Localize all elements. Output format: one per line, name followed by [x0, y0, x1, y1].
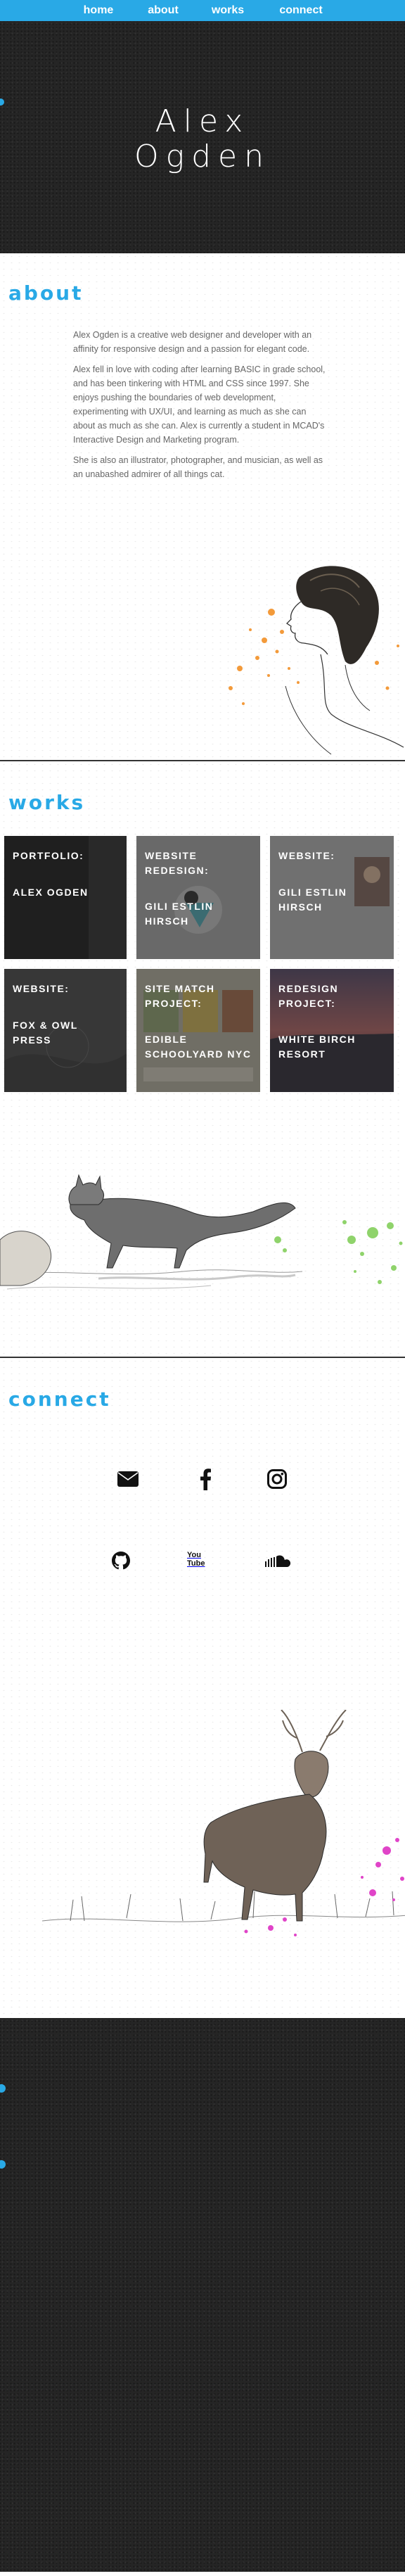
footer	[0, 2018, 405, 2572]
accent-dot	[0, 2084, 6, 2093]
woman-illustration	[229, 566, 404, 755]
hero-title: Alex Ogden	[0, 104, 405, 175]
works-heading: works	[8, 791, 86, 814]
tile-category: WEBSITE:	[13, 983, 70, 994]
work-tile-white-birch[interactable]: REDESIGN PROJECT: WHITE BIRCH RESORT	[270, 969, 394, 1092]
work-tile-edible-schoolyard[interactable]: SITE MATCH PROJECT: EDIBLE SCHOOLYARD NY…	[136, 969, 260, 1092]
tile-project: FOX & OWL PRESS	[13, 1020, 78, 1046]
about-text: Alex Ogden is a creative web designer an…	[73, 328, 326, 488]
deer-illustration	[42, 1710, 405, 1936]
tile-project: ALEX OGDEN	[13, 887, 89, 898]
work-tile-gili-redesign[interactable]: WEBSITE REDESIGN: GILI ESTLIN HIRSCH	[136, 836, 260, 959]
connect-section: connect You Tube	[0, 1358, 405, 2018]
about-paragraph: Alex fell in love with coding after lear…	[73, 364, 326, 445]
nav-connect-link[interactable]: connect	[262, 4, 340, 17]
accent-dot	[0, 2160, 6, 2169]
about-paragraph: Alex Ogden is a creative web designer an…	[73, 330, 312, 354]
soundcloud-icon[interactable]	[263, 1552, 292, 1571]
tile-category: REDESIGN PROJECT:	[278, 983, 339, 1009]
facebook-icon[interactable]	[194, 1466, 217, 1492]
works-grid: PORTFOLIO: ALEX OGDEN WEBSITE REDESIGN: …	[4, 836, 394, 1092]
fox-illustration	[0, 1174, 403, 1290]
github-icon[interactable]	[110, 1549, 132, 1572]
tile-project: WHITE BIRCH RESORT	[278, 1034, 356, 1060]
top-nav: home about works connect	[0, 0, 405, 21]
tile-category: SITE MATCH PROJECT:	[145, 983, 215, 1009]
envelope-icon[interactable]	[117, 1468, 139, 1490]
tile-category: WEBSITE:	[278, 850, 335, 861]
works-section: works PORTFOLIO: ALEX OGDEN WEBSITE REDE…	[0, 761, 405, 1357]
tile-project: GILI ESTLIN HIRSCH	[278, 887, 347, 913]
work-tile-portfolio[interactable]: PORTFOLIO: ALEX OGDEN	[4, 836, 127, 959]
nav-home-link[interactable]: home	[65, 4, 132, 17]
work-tile-gili-website[interactable]: WEBSITE: GILI ESTLIN HIRSCH	[270, 836, 394, 959]
hero-title-first: Alex	[155, 103, 250, 139]
hero-section: Alex Ogden	[0, 21, 405, 253]
about-section: about Alex Ogden is a creative web desig…	[0, 253, 405, 760]
about-heading: about	[8, 281, 84, 305]
about-paragraph: She is also an illustrator, photographer…	[73, 455, 323, 479]
tile-project: EDIBLE SCHOOLYARD NYC	[145, 1034, 252, 1060]
work-tile-fox-owl[interactable]: WEBSITE: FOX & OWL PRESS	[4, 969, 127, 1092]
tile-category: PORTFOLIO:	[13, 850, 84, 861]
nav-about-link[interactable]: about	[132, 4, 194, 17]
tile-project: GILI ESTLIN HIRSCH	[145, 901, 214, 927]
connect-heading: connect	[8, 1388, 111, 1411]
hero-title-last: Ogden	[134, 139, 271, 175]
nav-works-link[interactable]: works	[194, 4, 262, 17]
youtube-label-you: You Tube	[187, 1551, 205, 1568]
youtube-icon[interactable]: You Tube	[187, 1547, 211, 1572]
instagram-icon[interactable]	[266, 1468, 288, 1490]
tile-category: WEBSITE REDESIGN:	[145, 850, 210, 876]
